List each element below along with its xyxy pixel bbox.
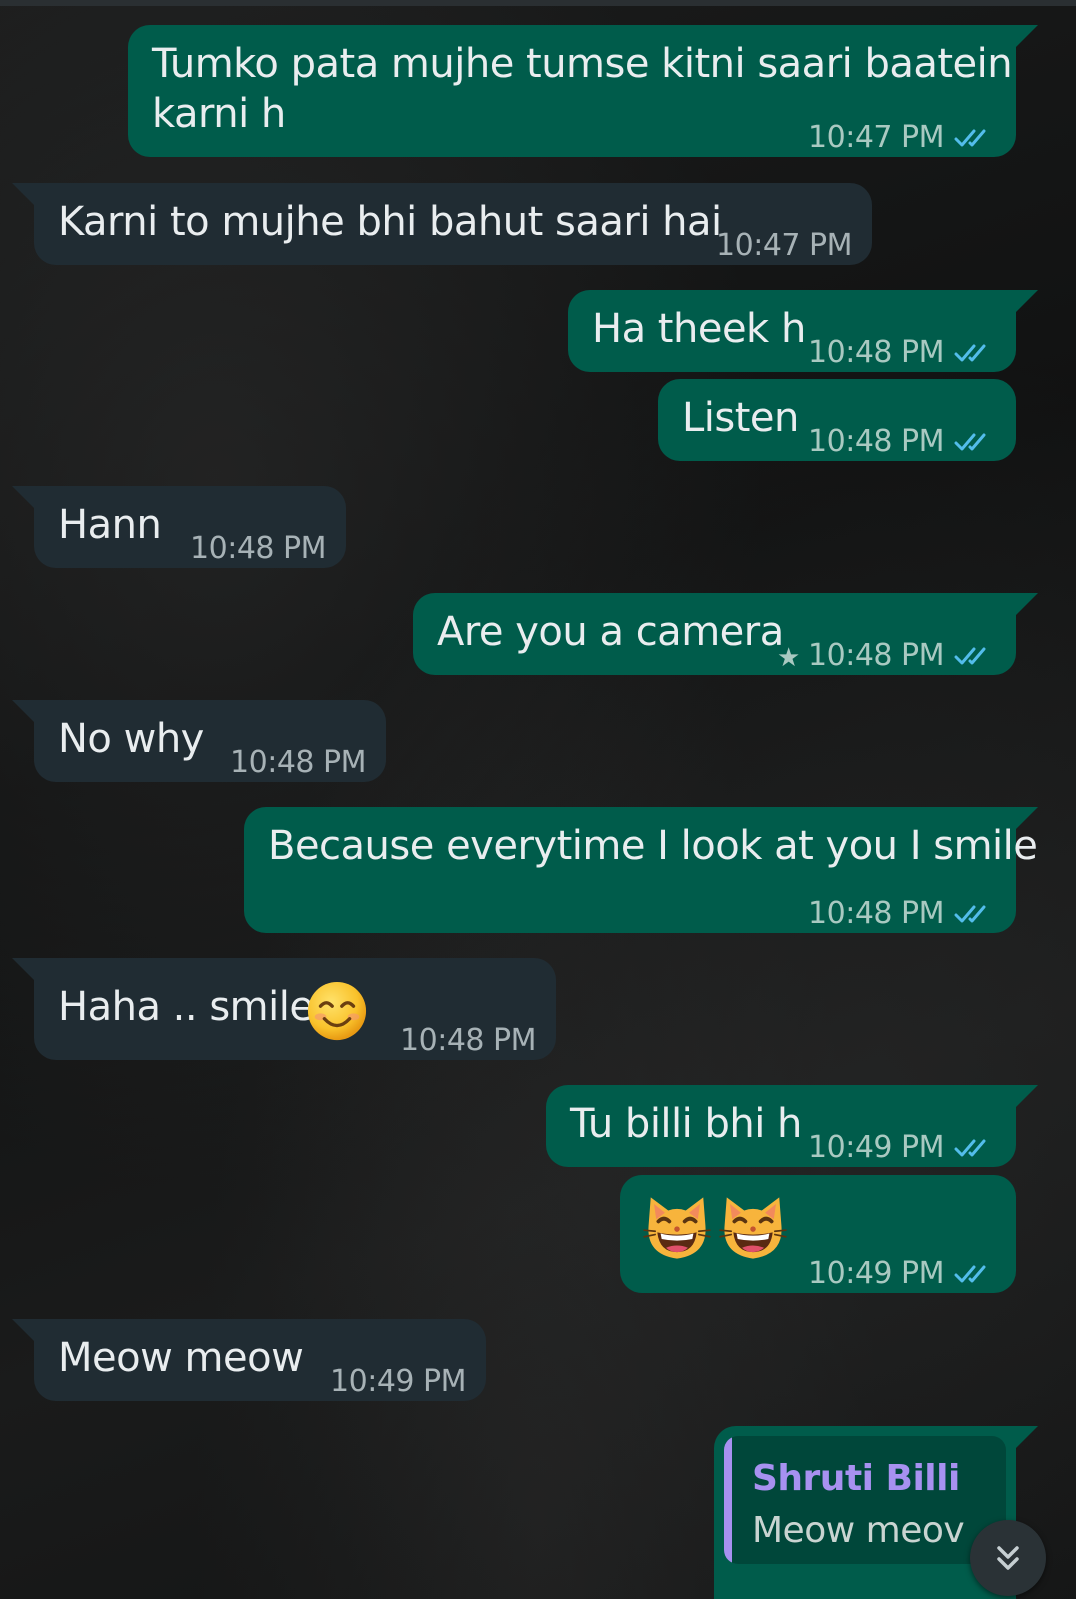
message-meta: 10:48 PM bbox=[808, 889, 994, 939]
message-time: 10:47 PM bbox=[808, 120, 944, 155]
reply-sender-name: Shruti Billi bbox=[752, 1458, 960, 1499]
message-bubble-outgoing[interactable]: Tumko pata mujhe tumse kitni saari baate… bbox=[128, 25, 1016, 157]
grinning-cat-icon bbox=[718, 1193, 788, 1263]
bubble-tail bbox=[12, 700, 34, 722]
message-bubble-incoming[interactable]: No why 10:48 PM bbox=[34, 700, 386, 782]
bubble-tail bbox=[1016, 593, 1038, 615]
bubble-tail bbox=[1016, 1085, 1038, 1107]
smiling-face-icon bbox=[306, 980, 368, 1042]
message-text-line2: karni h bbox=[152, 91, 286, 137]
message-meta: 10:48 PM bbox=[230, 738, 366, 788]
message-text: Are you a camera bbox=[437, 609, 784, 655]
message-meta: 10:47 PM bbox=[808, 113, 994, 163]
message-bubble-outgoing[interactable]: Tu billi bhi h 10:49 PM bbox=[546, 1085, 1016, 1167]
message-text: No why bbox=[58, 716, 204, 762]
reply-quoted-text: Meow meov bbox=[752, 1510, 965, 1551]
bubble-tail bbox=[1016, 25, 1038, 47]
message-text: Listen bbox=[682, 395, 799, 441]
message-bubble-outgoing[interactable]: Listen 10:48 PM bbox=[658, 379, 1016, 461]
reply-accent-bar bbox=[724, 1436, 732, 1564]
message-time: 10:48 PM bbox=[808, 335, 944, 370]
message-meta: 10:48 PM bbox=[808, 417, 994, 467]
bubble-tail bbox=[12, 183, 34, 205]
message-text: Meow meow bbox=[58, 1335, 304, 1381]
double-check-icon bbox=[954, 1136, 994, 1160]
star-icon: ★ bbox=[777, 643, 800, 673]
message-meta: 10:48 PM bbox=[808, 328, 994, 378]
message-meta: 10:49 PM bbox=[330, 1357, 466, 1407]
message-bubble-incoming[interactable]: Haha .. smile 10:48 PM bbox=[34, 958, 556, 1060]
bubble-tail bbox=[1016, 290, 1038, 312]
message-bubble-outgoing[interactable]: Because everytime I look at you I smile … bbox=[244, 807, 1038, 933]
message-bubble-incoming[interactable]: Hann 10:48 PM bbox=[34, 486, 346, 568]
message-text: Because everytime I look at you I smile bbox=[268, 823, 1038, 869]
double-chevron-down-icon bbox=[997, 1546, 1019, 1570]
message-meta: 10:48 PM bbox=[808, 631, 994, 681]
message-text: Haha .. smile bbox=[58, 984, 314, 1030]
message-bubble-incoming[interactable]: Meow meow 10:49 PM bbox=[34, 1319, 486, 1401]
top-bar-edge bbox=[0, 0, 1076, 6]
message-meta: 10:48 PM bbox=[190, 524, 326, 574]
bubble-tail bbox=[12, 486, 34, 508]
message-time: 10:48 PM bbox=[808, 638, 944, 673]
message-text: Karni to mujhe bhi bahut saari hai bbox=[58, 199, 722, 245]
double-check-icon bbox=[954, 644, 994, 668]
message-time: 10:48 PM bbox=[808, 424, 944, 459]
message-time: 10:49 PM bbox=[808, 1130, 944, 1165]
message-text: Tu billi bhi h bbox=[570, 1101, 802, 1147]
message-bubble-incoming[interactable]: Karni to mujhe bhi bahut saari hai 10:47… bbox=[34, 183, 872, 265]
double-check-icon bbox=[954, 1262, 994, 1286]
bubble-tail bbox=[1016, 807, 1038, 829]
quoted-reply[interactable]: Shruti Billi Meow meov bbox=[724, 1436, 1006, 1564]
message-meta: 10:48 PM bbox=[400, 1016, 536, 1066]
scroll-to-bottom-button[interactable] bbox=[970, 1520, 1046, 1596]
message-time: 10:48 PM bbox=[190, 531, 326, 566]
double-check-icon bbox=[954, 341, 994, 365]
grinning-cat-icon bbox=[642, 1193, 712, 1263]
message-bubble-outgoing-reply[interactable]: Shruti Billi Meow meov bbox=[714, 1426, 1016, 1599]
message-bubble-outgoing[interactable]: Ha theek h 10:48 PM bbox=[568, 290, 1016, 372]
message-text: Hann bbox=[58, 502, 162, 548]
message-meta: 10:49 PM bbox=[808, 1123, 994, 1173]
message-bubble-outgoing[interactable]: 10:49 PM bbox=[620, 1175, 1016, 1293]
bubble-tail bbox=[12, 958, 34, 980]
double-check-icon bbox=[954, 902, 994, 926]
message-text: Ha theek h bbox=[592, 306, 806, 352]
bubble-tail bbox=[12, 1319, 34, 1341]
message-meta: 10:47 PM bbox=[716, 221, 852, 271]
message-time: 10:49 PM bbox=[808, 1256, 944, 1291]
message-time: 10:48 PM bbox=[808, 896, 944, 931]
bubble-tail bbox=[1016, 1426, 1038, 1448]
double-check-icon bbox=[954, 430, 994, 454]
message-time: 10:49 PM bbox=[330, 1364, 466, 1399]
message-meta: 10:49 PM bbox=[808, 1249, 994, 1299]
double-check-icon bbox=[954, 126, 994, 150]
message-time: 10:48 PM bbox=[400, 1023, 536, 1058]
message-time: 10:48 PM bbox=[230, 745, 366, 780]
message-time: 10:47 PM bbox=[716, 228, 852, 263]
message-bubble-outgoing[interactable]: Are you a camera ★ 10:48 PM bbox=[413, 593, 1016, 675]
message-text-line1: Tumko pata mujhe tumse kitni saari baate… bbox=[152, 41, 1013, 87]
